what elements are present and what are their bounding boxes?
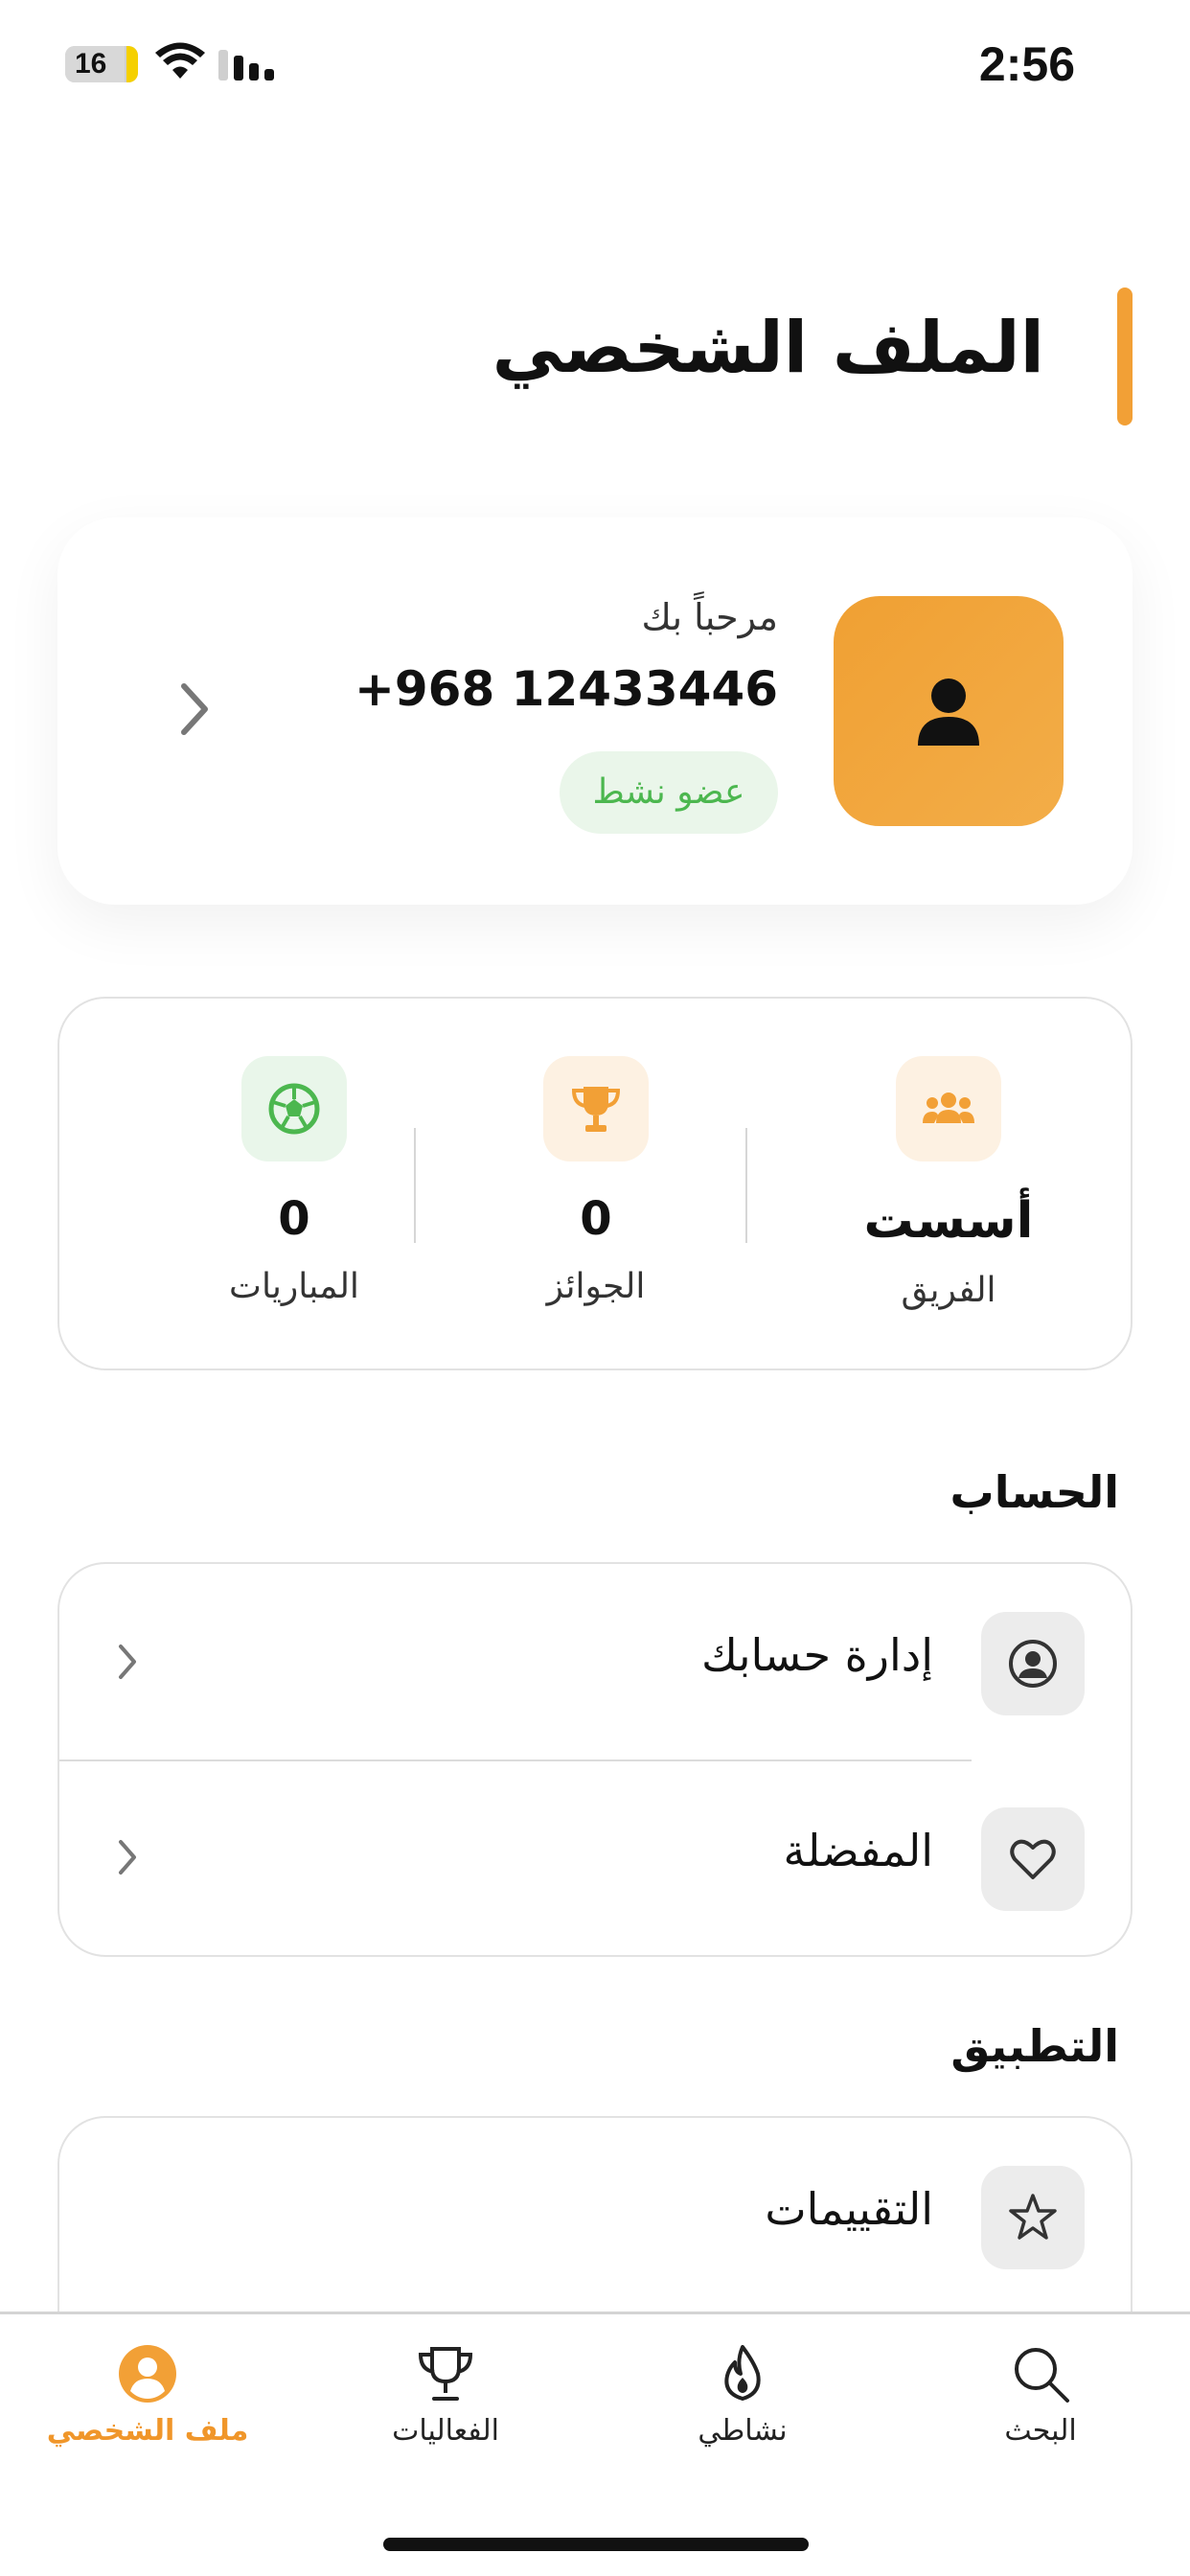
manage-account-label: إدارة حسابك — [700, 1629, 933, 1681]
tab-events[interactable]: الفعاليات — [321, 2343, 570, 2448]
title-accent-bar — [1117, 288, 1133, 426]
battery-icon: 16 — [65, 46, 138, 82]
stat-team-value: أسست — [863, 1192, 1034, 1250]
chevron-right-icon — [119, 1840, 136, 1874]
tab-search[interactable]: البحث — [916, 2343, 1165, 2448]
stat-matches-label: المباريات — [229, 1267, 359, 1306]
chevron-right-icon — [181, 683, 208, 735]
stat-matches-value: 0 — [278, 1192, 310, 1246]
manage-account-row[interactable]: إدارة حسابك — [59, 1564, 1131, 1760]
stats-card: أسست الفريق 0 الجوائز 0 المباريات — [57, 997, 1133, 1370]
stat-awards: 0 الجوائز — [452, 1056, 740, 1306]
tab-bar: ملف الشخصي الفعاليات نشاطي البحث — [0, 2312, 1190, 2576]
profile-icon — [119, 2345, 176, 2403]
stat-awards-value: 0 — [580, 1192, 612, 1246]
phone-number: +968 12433446 — [355, 661, 778, 717]
stat-matches: 0 المباريات — [150, 1056, 438, 1306]
stat-team-label: الفريق — [901, 1271, 996, 1310]
status-time: 2:56 — [978, 37, 1075, 91]
trophy-icon — [543, 1056, 649, 1162]
trophy-icon — [418, 2347, 473, 2401]
user-circle-icon — [981, 1612, 1085, 1715]
avatar — [834, 596, 1064, 826]
account-section-title: الحساب — [950, 1466, 1120, 1518]
person-icon — [918, 678, 979, 746]
favorites-row[interactable]: المفضلة — [59, 1760, 1131, 1955]
profile-card[interactable]: مرحباً بك +968 12433446 عضو نشط — [57, 518, 1133, 905]
ratings-row[interactable]: التقييمات — [59, 2118, 1131, 2313]
tab-profile-label: ملف الشخصي — [46, 2414, 249, 2448]
status-badge: عضو نشط — [560, 751, 778, 834]
flame-icon — [724, 2345, 761, 2401]
battery-level: 16 — [75, 48, 107, 80]
page-title: الملف الشخصي — [492, 307, 1044, 389]
ratings-label: التقييمات — [765, 2183, 933, 2235]
account-list: إدارة حسابك المفضلة — [57, 1562, 1133, 1957]
stat-team: أسست الفريق — [824, 1056, 1073, 1310]
home-indicator[interactable] — [383, 2538, 809, 2551]
search-icon — [1015, 2348, 1069, 2403]
team-icon — [896, 1056, 1001, 1162]
tab-events-label: الفعاليات — [392, 2414, 499, 2448]
signal-icon — [218, 50, 274, 80]
tab-activity-label: نشاطي — [698, 2414, 788, 2448]
tab-activity[interactable]: نشاطي — [618, 2343, 867, 2448]
status-bar: 16 2:56 — [0, 0, 1190, 134]
wifi-icon — [155, 42, 205, 79]
welcome-text: مرحباً بك — [641, 596, 778, 638]
favorites-label: المفضلة — [783, 1825, 933, 1876]
tab-profile[interactable]: ملف الشخصي — [23, 2343, 272, 2448]
heart-icon — [981, 1807, 1085, 1911]
app-section-title: التطبيق — [950, 2020, 1119, 2072]
stat-awards-label: الجوائز — [546, 1267, 646, 1306]
soccer-ball-icon — [241, 1056, 347, 1162]
stats-divider — [745, 1128, 747, 1243]
chevron-right-icon — [119, 1644, 136, 1679]
star-icon — [981, 2166, 1085, 2269]
tab-search-label: البحث — [1004, 2414, 1077, 2448]
